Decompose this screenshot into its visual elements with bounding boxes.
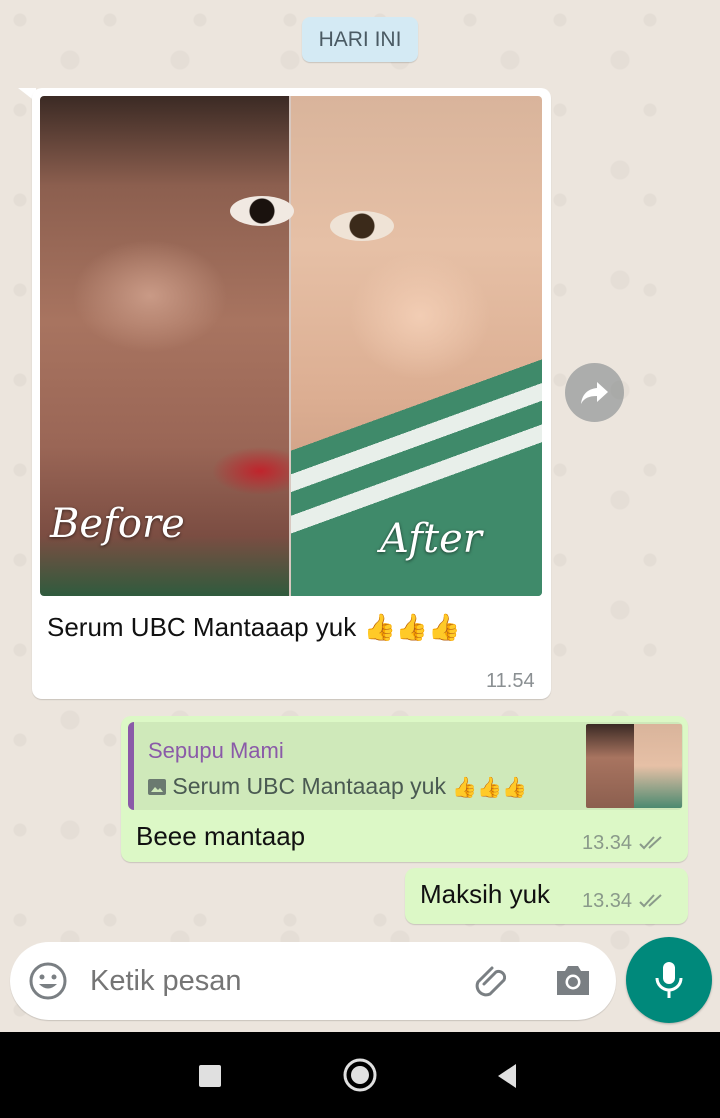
message-input[interactable] (88, 964, 462, 999)
quote-preview-text: Serum UBC Mantaaap yuk (172, 773, 446, 799)
quote-preview: Serum UBC Mantaaap yuk 👍👍👍 (148, 773, 527, 800)
second-message-timestamp: 13.34 (582, 890, 668, 913)
photo-label-after: After (380, 516, 482, 562)
incoming-caption-text: Serum UBC Mantaaap yuk (47, 612, 357, 642)
quote-thumbs-emoji: 👍👍👍 (452, 775, 528, 799)
circle-icon[interactable] (342, 1057, 378, 1093)
second-time-text: 13.34 (582, 890, 633, 912)
reply-message-text: Beee mantaap (136, 821, 306, 851)
image-icon (148, 779, 166, 795)
triangle-back-icon[interactable] (496, 1063, 518, 1089)
forward-button[interactable] (565, 363, 624, 422)
incoming-timestamp: 11.54 (486, 670, 535, 692)
forward-icon (580, 381, 608, 404)
quoted-message[interactable]: Sepupu Mami Serum UBC Mantaaap yuk 👍👍👍 (128, 722, 683, 810)
square-icon[interactable] (199, 1065, 221, 1087)
camera-icon[interactable] (553, 963, 593, 999)
message-input-bar (10, 942, 616, 1020)
double-check-icon (638, 836, 662, 850)
emoji-icon[interactable] (28, 961, 68, 1001)
before-after-photo[interactable]: Before After (40, 96, 542, 596)
quote-sender-name: Sepupu Mami (148, 738, 284, 763)
date-chip: HARI INI (302, 17, 418, 62)
double-check-icon (638, 894, 662, 908)
photo-eye-after (330, 211, 394, 241)
voice-record-button[interactable] (626, 937, 712, 1023)
photo-label-before: Before (50, 501, 185, 547)
paperclip-icon[interactable] (472, 962, 512, 1002)
quote-accent-bar (128, 722, 134, 810)
mic-icon (655, 962, 683, 998)
photo-divider (289, 96, 291, 596)
reply-time-text: 13.34 (582, 832, 633, 854)
system-navigation-bar (0, 1032, 720, 1118)
thumbs-up-emoji: 👍👍👍 (363, 613, 461, 643)
incoming-caption: Serum UBC Mantaaap yuk 👍👍👍 (47, 612, 461, 643)
reply-timestamp: 13.34 (582, 832, 668, 855)
photo-eye-before (230, 196, 294, 226)
quote-thumbnail (586, 724, 682, 808)
second-message-text: Maksih yuk (420, 879, 551, 909)
